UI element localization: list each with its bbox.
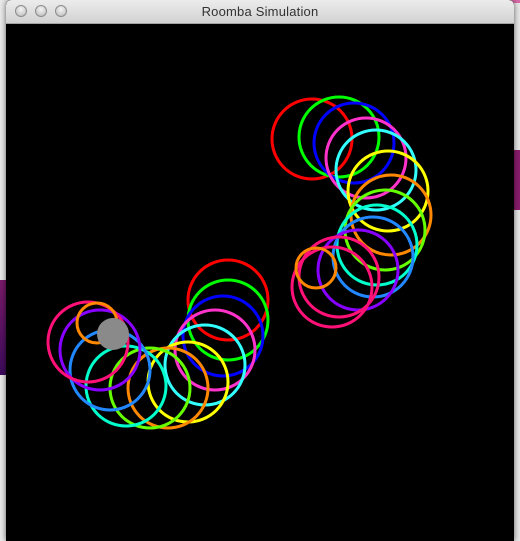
roomba-robot — [97, 318, 129, 350]
simulation-window: Roomba Simulation — [6, 0, 514, 541]
trail-circle — [294, 246, 338, 290]
simulation-canvas[interactable] — [6, 24, 514, 541]
simulation-drawing — [46, 95, 433, 430]
trail-circle — [186, 258, 270, 342]
window-title: Roomba Simulation — [201, 4, 319, 19]
title-bar[interactable]: Roomba Simulation — [6, 0, 514, 24]
desktop: Roomba Simulation — [0, 0, 520, 541]
